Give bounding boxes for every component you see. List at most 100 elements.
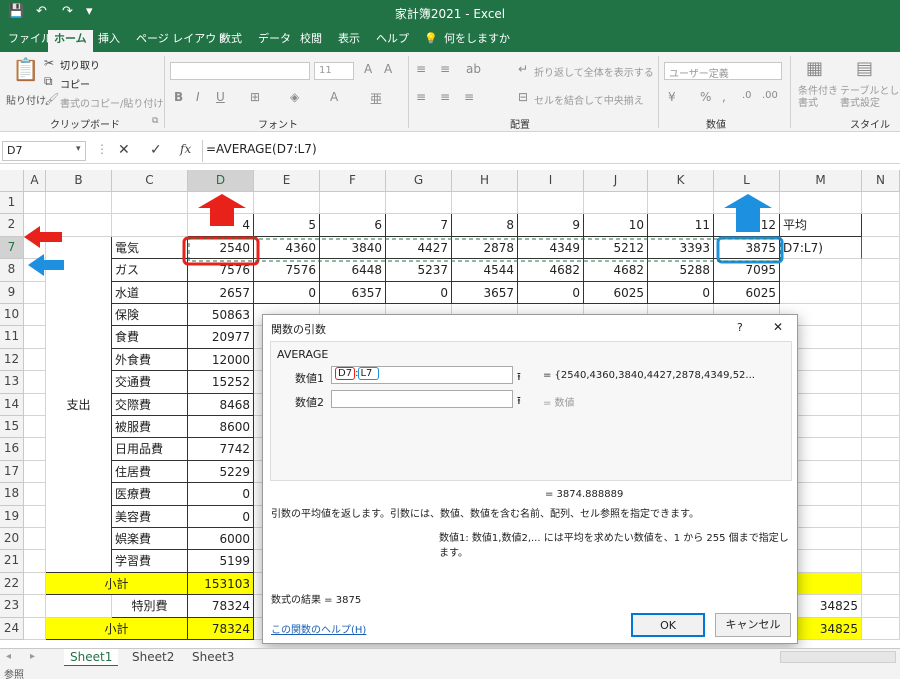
close-icon[interactable]: ✕ <box>773 320 783 334</box>
row-header[interactable]: 20 <box>0 528 24 551</box>
category-label[interactable]: 学習費 <box>112 550 188 573</box>
column-header[interactable]: A <box>24 170 46 192</box>
value-cell[interactable]: 0 <box>188 505 254 528</box>
value-cell[interactable]: 7576 <box>188 259 254 282</box>
value-cell[interactable]: 5229 <box>188 460 254 484</box>
value-cell[interactable]: 2657 <box>188 281 254 304</box>
grid-cell[interactable] <box>452 192 518 215</box>
tab-help[interactable]: ヘルプ <box>370 30 415 52</box>
tab-review[interactable]: 校閲 <box>294 30 328 52</box>
category-label[interactable]: 保険 <box>112 304 188 327</box>
horizontal-scrollbar[interactable] <box>780 651 896 663</box>
name-box-dropdown-icon[interactable]: ▾ <box>76 144 81 154</box>
column-header[interactable]: N <box>862 170 900 192</box>
grid-cell[interactable] <box>24 505 46 528</box>
category-label[interactable]: 日用品費 <box>112 438 188 461</box>
month-header[interactable]: 12 <box>714 214 780 237</box>
grid-cell[interactable] <box>24 438 46 461</box>
value-cell[interactable]: 8468 <box>188 393 254 416</box>
column-header[interactable]: E <box>254 170 320 192</box>
row-header[interactable]: 12 <box>0 348 24 372</box>
grid-cell[interactable] <box>46 192 112 215</box>
arg2-collapse-icon[interactable]: ⭱ <box>517 392 521 411</box>
grid-cell[interactable] <box>862 550 900 573</box>
grid-cell[interactable] <box>24 572 46 596</box>
month-header[interactable]: 7 <box>386 214 452 237</box>
row-header[interactable]: 11 <box>0 326 24 349</box>
special-value[interactable]: 78324 <box>188 595 254 618</box>
value-cell[interactable]: 6025 <box>714 281 780 304</box>
category-label[interactable]: 交通費 <box>112 371 188 394</box>
grid-cell[interactable] <box>24 326 46 349</box>
currency-icon[interactable]: ¥ <box>668 90 676 104</box>
grow-font-icon[interactable]: A <box>364 62 372 76</box>
merge-center-button[interactable]: セルを結合して中央揃え <box>534 92 644 107</box>
column-header[interactable]: H <box>452 170 518 192</box>
category-label[interactable]: 娯楽費 <box>112 528 188 551</box>
category-label[interactable]: 美容費 <box>112 505 188 528</box>
format-as-table-button[interactable]: テーブルとして 書式設定 <box>840 86 900 110</box>
month-header[interactable]: 10 <box>584 214 648 237</box>
value-cell[interactable]: 3657 <box>452 281 518 304</box>
arg2-input[interactable] <box>331 390 513 408</box>
category-label[interactable]: 電気 <box>112 236 188 260</box>
cut-button[interactable]: 切り取り <box>60 57 100 72</box>
grid-cell[interactable] <box>862 416 900 439</box>
font-size-combo[interactable]: 11 <box>314 62 354 80</box>
subtotal-value[interactable]: 78324 <box>188 617 254 640</box>
category-label[interactable]: 外食費 <box>112 348 188 372</box>
column-header[interactable]: I <box>518 170 584 192</box>
value-cell[interactable]: 5199 <box>188 550 254 573</box>
month-header[interactable]: 8 <box>452 214 518 237</box>
value-cell[interactable]: 3840 <box>320 236 386 260</box>
row-header[interactable]: 17 <box>0 460 24 484</box>
help-icon[interactable]: ? <box>737 321 743 334</box>
category-label[interactable]: 被服費 <box>112 416 188 439</box>
grid-cell[interactable] <box>112 214 188 237</box>
grid-cell[interactable] <box>862 572 900 596</box>
underline-icon[interactable]: U <box>216 90 225 104</box>
wrap-text-button[interactable]: 折り返して全体を表示する <box>534 64 654 79</box>
grid-cell[interactable] <box>862 617 900 640</box>
grid-cell[interactable] <box>862 483 900 506</box>
grid-cell[interactable] <box>780 259 862 282</box>
month-header[interactable]: 5 <box>254 214 320 237</box>
grid-cell[interactable] <box>862 192 900 215</box>
value-cell[interactable]: 4544 <box>452 259 518 282</box>
value-cell[interactable]: 3393 <box>648 236 714 260</box>
grid-cell[interactable] <box>862 259 900 282</box>
grid-cell[interactable] <box>24 483 46 506</box>
select-all-corner[interactable] <box>0 170 24 192</box>
value-cell[interactable]: 0 <box>254 281 320 304</box>
value-cell[interactable]: 6000 <box>188 528 254 551</box>
subtotal-label[interactable]: 小計 <box>46 572 188 596</box>
function-help-link[interactable]: この関数のヘルプ(H) <box>271 621 366 636</box>
grid-cell[interactable] <box>24 416 46 439</box>
column-header[interactable]: M <box>780 170 862 192</box>
paste-button[interactable]: 貼り付け <box>6 92 46 107</box>
value-cell[interactable]: 4349 <box>518 236 584 260</box>
value-cell[interactable]: 0 <box>648 281 714 304</box>
paste-icon[interactable]: 📋 <box>12 58 39 83</box>
align-center-icon[interactable]: ≡ <box>440 90 450 104</box>
column-header[interactable]: B <box>46 170 112 192</box>
value-cell[interactable]: 5212 <box>584 236 648 260</box>
grid-cell[interactable] <box>24 259 46 282</box>
category-label[interactable]: 水道 <box>112 281 188 304</box>
row-header[interactable]: 15 <box>0 416 24 439</box>
copy-button[interactable]: コピー <box>60 76 90 91</box>
format-painter-button[interactable]: 書式のコピー/貼り付け <box>60 95 163 110</box>
value-cell[interactable]: 15252 <box>188 371 254 394</box>
sheet-tab-sheet3[interactable]: Sheet3 <box>186 649 240 667</box>
grid-cell[interactable] <box>584 192 648 215</box>
conditional-format-icon[interactable]: ▦ <box>806 58 823 79</box>
align-right-icon[interactable]: ≡ <box>464 90 474 104</box>
subtotal-label[interactable]: 小計 <box>46 617 188 640</box>
row-header[interactable]: 1 <box>0 192 24 215</box>
align-top-icon[interactable]: ≡ <box>416 62 426 76</box>
value-cell[interactable]: 4360 <box>254 236 320 260</box>
month-header[interactable]: 平均 <box>780 214 862 237</box>
category-label[interactable]: 食費 <box>112 326 188 349</box>
orientation-icon[interactable]: ab <box>466 62 481 76</box>
borders-icon[interactable]: ⊞ <box>250 90 260 104</box>
